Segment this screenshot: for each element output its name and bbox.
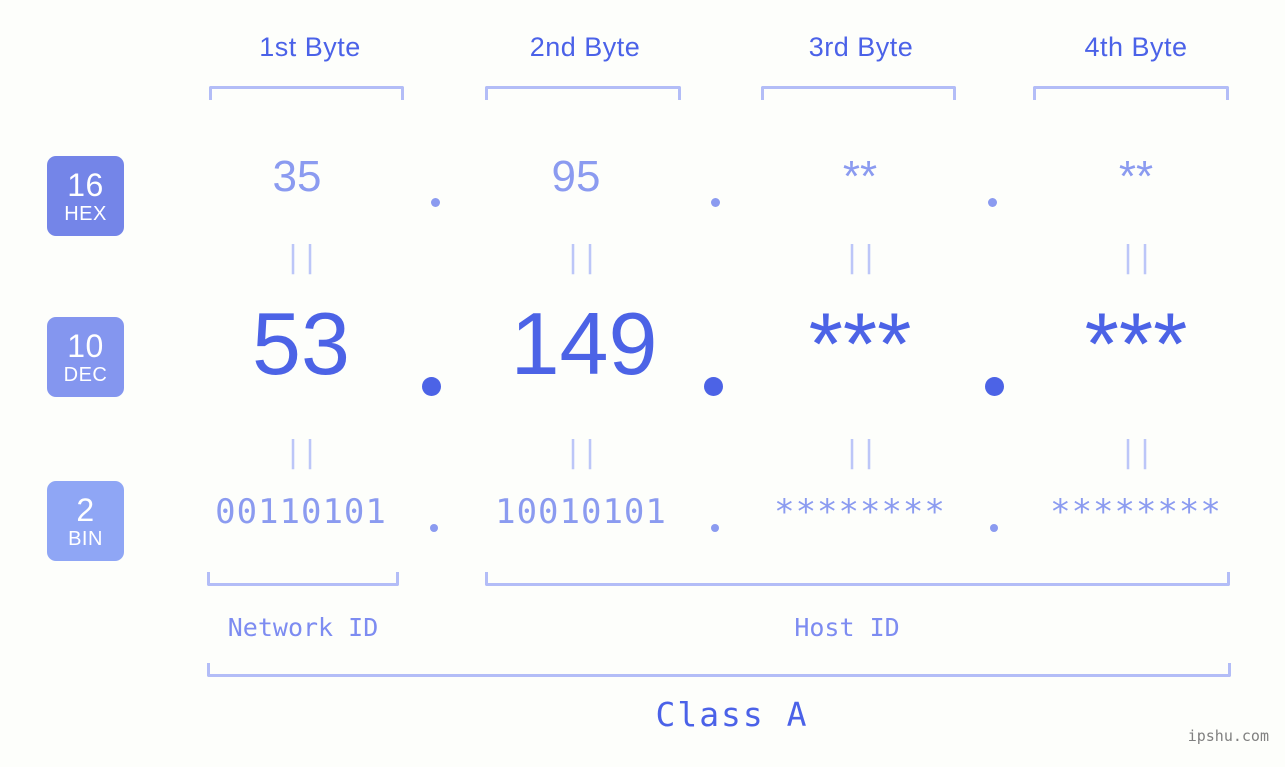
byte-header-2: 2nd Byte [529,32,641,62]
class-label: Class A [655,695,809,734]
dec-byte-4-value: *** [1084,294,1188,393]
equals-hex-dec-3: || [842,240,878,275]
dec-dot-separator-2 [704,377,723,396]
network-id-label: Network ID [227,613,379,642]
site-watermark: ipshu.com [1187,727,1269,745]
byte-header-1: 1st Byte [259,32,361,62]
equals-hex-dec-1: || [283,240,319,275]
byte-header-4: 4th Byte [1084,32,1188,62]
hex-byte-2-value: 95 [551,152,601,201]
bin-dot-separator-1 [430,524,438,532]
byte-bracket-top-1 [209,86,404,100]
dec-byte-2-value: 149 [510,294,658,393]
dec-dot-separator-3 [985,377,1004,396]
dec-byte-3-value: *** [808,294,912,393]
bin-byte-4-value: ******** [1050,492,1222,532]
dec-dot-separator-1 [422,377,441,396]
byte-bracket-top-2 [485,86,681,100]
hex-byte-1-value: 35 [272,152,322,201]
ip-byte-breakdown-diagram: 1st Byte 2nd Byte 3rd Byte 4th Byte 16 H… [0,0,1285,767]
host-id-label: Host ID [794,613,900,642]
byte-bracket-top-4 [1033,86,1229,100]
base-badge-hex-number: 16 [67,166,104,203]
hex-dot-separator-1 [431,198,440,207]
base-badge-dec-number: 10 [67,327,104,364]
base-badge-bin: 2 BIN [47,481,124,561]
equals-dec-bin-1: || [283,435,319,470]
network-id-bracket [207,572,399,586]
hex-dot-separator-3 [988,198,997,207]
hex-byte-4-value: ** [1118,152,1154,201]
bin-dot-separator-2 [711,524,719,532]
byte-header-3: 3rd Byte [808,32,914,62]
bin-byte-2-value: 10010101 [495,492,667,532]
base-badge-bin-label: BIN [68,527,103,550]
base-badge-dec: 10 DEC [47,317,124,397]
hex-byte-3-value: ** [842,152,878,201]
equals-dec-bin-2: || [563,435,599,470]
equals-hex-dec-4: || [1118,240,1154,275]
class-bracket [207,663,1231,677]
base-badge-hex-label: HEX [64,202,107,225]
bin-dot-separator-3 [990,524,998,532]
dec-byte-1-value: 53 [252,294,350,393]
equals-dec-bin-4: || [1118,435,1154,470]
bin-byte-1-value: 00110101 [215,492,387,532]
hex-dot-separator-2 [711,198,720,207]
base-badge-hex: 16 HEX [47,156,124,236]
base-badge-bin-number: 2 [76,491,95,528]
bin-byte-3-value: ******** [774,492,946,532]
host-id-bracket [485,572,1230,586]
equals-hex-dec-2: || [563,240,599,275]
byte-bracket-top-3 [761,86,956,100]
base-badge-dec-label: DEC [63,363,108,386]
equals-dec-bin-3: || [842,435,878,470]
